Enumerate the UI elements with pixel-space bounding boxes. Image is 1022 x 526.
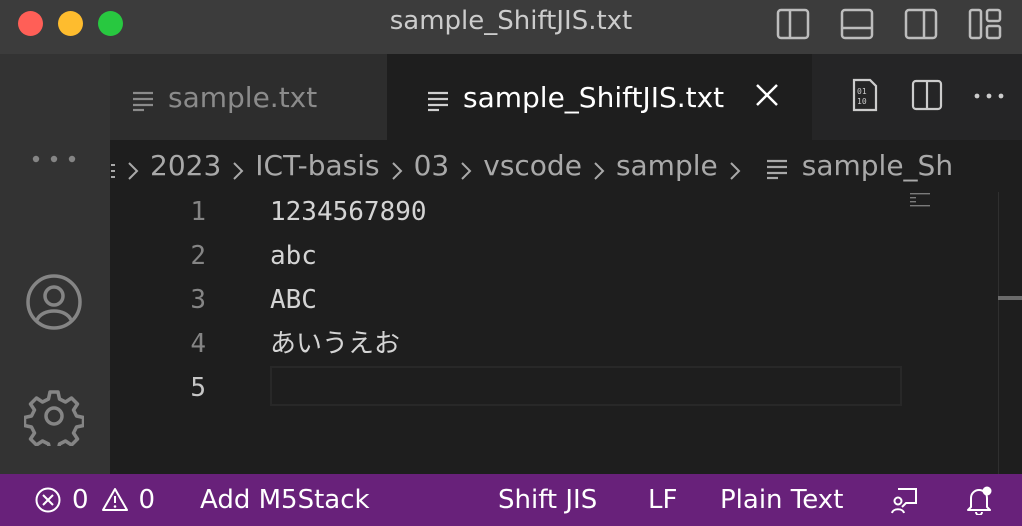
line-text: abc (270, 241, 317, 271)
chevron-right-icon (231, 155, 245, 180)
customize-layout-icon[interactable] (966, 8, 1006, 42)
editor-tab-bar: sample.txt sample_ShiftJIS.txt 01 10 (110, 54, 1022, 140)
accounts-icon[interactable] (24, 272, 84, 332)
activity-bar (0, 54, 110, 474)
svg-text:10: 10 (857, 97, 867, 106)
editor-line: 4 あいうえお (110, 322, 910, 366)
line-text: あいうえお (270, 329, 401, 359)
toggle-panel-icon[interactable] (838, 8, 878, 42)
line-number: 2 (190, 241, 206, 271)
tab-label: sample.txt (168, 80, 318, 114)
more-views-icon[interactable] (30, 146, 80, 166)
problems-status[interactable]: 0 0 (34, 474, 155, 526)
editor-line: 5 (110, 366, 910, 410)
layout-controls (774, 8, 1006, 42)
breadcrumb-item[interactable]: vscode (483, 149, 582, 182)
warning-count: 0 (138, 485, 156, 515)
title-bar: sample_ShiftJIS.txt (0, 0, 1022, 54)
text-file-icon (132, 86, 154, 112)
line-text: ABC (270, 285, 317, 315)
editor-text-area[interactable]: 1 1234567890 2 abc 3 ABC 4 あいうえお 5 (110, 190, 1022, 474)
encoding-selector[interactable]: Shift JIS (498, 474, 597, 526)
error-icon (34, 486, 62, 514)
breadcrumb: 2023 ICT-basis 03 vscode sample sample_S… (110, 140, 1022, 190)
breadcrumb-item[interactable]: sample (616, 149, 718, 182)
chevron-right-icon (126, 155, 140, 180)
breadcrumb-item[interactable]: 03 (414, 149, 450, 182)
close-icon[interactable] (752, 80, 782, 110)
chevron-right-icon (728, 155, 742, 180)
chevron-right-icon (459, 155, 473, 180)
breadcrumb-file[interactable]: sample_Sh (766, 149, 953, 182)
more-actions-icon[interactable] (972, 78, 1006, 112)
breadcrumb-overflow-icon (110, 155, 116, 178)
editor-actions: 01 10 (848, 78, 1006, 112)
tab-sample-txt[interactable]: sample.txt (110, 54, 387, 140)
status-bar: 0 0 Add M5Stack Shift JIS LF Plain Text (0, 474, 1022, 526)
minimap[interactable] (910, 192, 940, 208)
editor-line: 3 ABC (110, 278, 910, 322)
toggle-primary-sidebar-icon[interactable] (774, 8, 814, 42)
chevron-right-icon (592, 155, 606, 180)
open-changes-icon[interactable]: 01 10 (848, 78, 882, 112)
tab-sample-shiftjis-txt[interactable]: sample_ShiftJIS.txt (387, 54, 812, 140)
editor-line: 2 abc (110, 234, 910, 278)
line-number: 4 (190, 329, 206, 359)
breadcrumb-item[interactable]: ICT-basis (255, 149, 379, 182)
split-editor-icon[interactable] (910, 78, 944, 112)
feedback-icon[interactable] (890, 474, 920, 526)
add-m5stack-button[interactable]: Add M5Stack (200, 474, 370, 526)
line-number: 1 (190, 197, 206, 227)
breadcrumb-file-label: sample_Sh (801, 148, 954, 182)
vertical-scrollbar[interactable] (998, 192, 1022, 474)
scrollbar-cursor-marker (998, 296, 1022, 300)
warning-icon (101, 486, 129, 514)
toggle-secondary-sidebar-icon[interactable] (902, 8, 942, 42)
editor-line: 1 1234567890 (110, 190, 910, 234)
language-mode-selector[interactable]: Plain Text (720, 474, 843, 526)
error-count: 0 (72, 485, 89, 515)
breadcrumb-item[interactable]: 2023 (150, 149, 221, 182)
manage-gear-icon[interactable] (22, 386, 86, 453)
line-number: 3 (190, 285, 206, 315)
text-file-icon (427, 86, 449, 112)
chevron-right-icon (390, 155, 404, 180)
notifications-bell-icon[interactable] (964, 474, 994, 526)
tab-label: sample_ShiftJIS.txt (463, 80, 725, 114)
svg-text:01: 01 (857, 87, 867, 96)
line-number: 5 (190, 373, 206, 403)
line-text: 1234567890 (270, 197, 427, 227)
eol-selector[interactable]: LF (648, 474, 677, 526)
text-file-icon (766, 154, 788, 180)
